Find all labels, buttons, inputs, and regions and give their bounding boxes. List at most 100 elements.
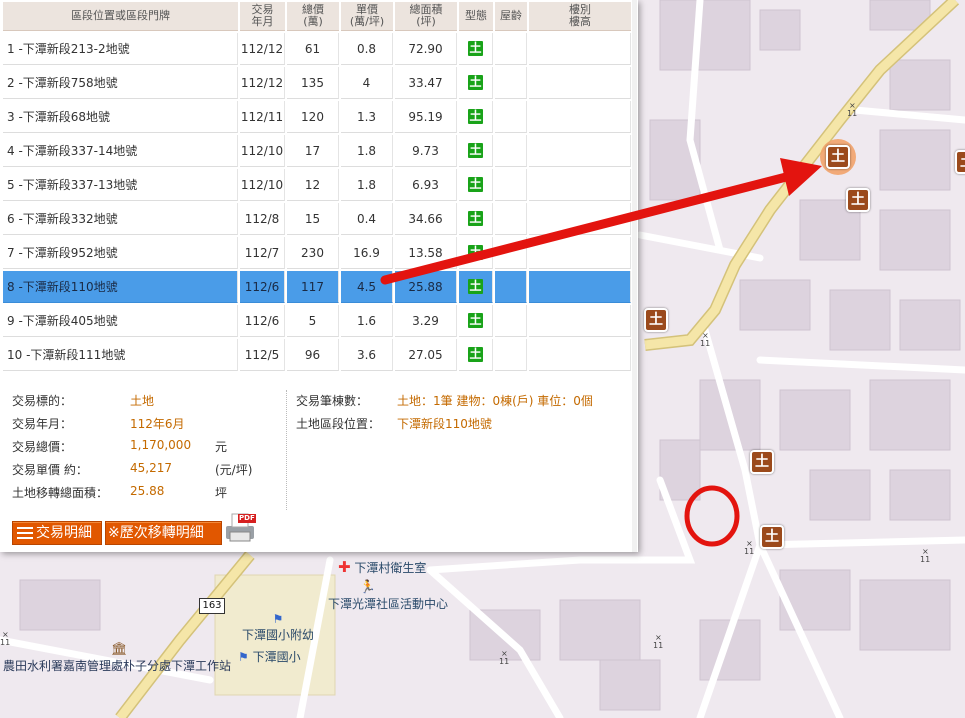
land-transaction-pin[interactable]: 土: [846, 188, 870, 212]
cell-age: [495, 135, 527, 167]
land-type-icon: 土: [468, 109, 483, 124]
flag-icon: ⚑: [238, 650, 249, 664]
land-type-icon: 土: [468, 347, 483, 362]
cell-unit-price: 0.4: [341, 203, 393, 235]
cell-date: 112/12: [240, 33, 285, 65]
cell-address: 5 -下潭新段337-13地號: [3, 169, 238, 201]
cell-date: 112/5: [240, 339, 285, 371]
header-type[interactable]: 型態: [459, 2, 493, 31]
header-floor[interactable]: 樓別 樓高: [529, 2, 631, 31]
land-transaction-pin[interactable]: 土: [826, 145, 850, 169]
land-type-icon: 土: [468, 279, 483, 294]
cell-total-price: 15: [287, 203, 339, 235]
land-type-icon: 土: [468, 177, 483, 192]
cell-floor: [529, 271, 631, 303]
cell-type: 土: [459, 33, 493, 65]
table-row[interactable]: 4 -下潭新段337-14地號 112/10 17 1.8 9.73 土: [3, 135, 631, 167]
land-transaction-pin[interactable]: 土: [955, 150, 965, 174]
detail-unit-label: 交易單價 約：: [12, 463, 88, 477]
table-row[interactable]: 5 -下潭新段337-13地號 112/10 12 1.8 6.93 土: [3, 169, 631, 201]
land-transaction-pin[interactable]: 土: [644, 308, 668, 332]
header-total-price[interactable]: 總價 (萬): [287, 2, 339, 31]
clinic-label[interactable]: ✚ 下潭村衛生室: [338, 558, 426, 576]
cell-unit-price: 4: [341, 67, 393, 99]
cell-age: [495, 305, 527, 337]
school-name: 下潭國小: [252, 650, 301, 664]
table-row[interactable]: 3 -下潭新段68地號 112/11 120 1.3 95.19 土: [3, 101, 631, 133]
cell-area: 3.29: [395, 305, 457, 337]
table-row[interactable]: 10 -下潭新段111地號 112/5 96 3.6 27.05 土: [3, 339, 631, 371]
cell-unit-price: 1.6: [341, 305, 393, 337]
transfer-history-button[interactable]: ※歷次移轉明細: [105, 521, 222, 545]
cell-address: 8 -下潭新段110地號: [3, 271, 238, 303]
table-row[interactable]: 6 -下潭新段332地號 112/8 15 0.4 34.66 土: [3, 203, 631, 235]
cell-area: 13.58: [395, 237, 457, 269]
table-row[interactable]: 1 -下潭新段213-2地號 112/12 61 0.8 72.90 土: [3, 33, 631, 65]
land-type-icon: 土: [468, 245, 483, 260]
cell-floor: [529, 339, 631, 371]
irrigation-office-label[interactable]: 🏛 農田水利署嘉南管理處朴子分處下潭工作站: [3, 642, 231, 674]
header-unit-price[interactable]: 單價 (萬/坪): [341, 2, 393, 31]
land-type-icon: 土: [468, 143, 483, 158]
cell-unit-price: 1.8: [341, 169, 393, 201]
cell-date: 112/12: [240, 67, 285, 99]
cell-date: 112/8: [240, 203, 285, 235]
cell-unit-price: 4.5: [341, 271, 393, 303]
kindergarten-name: 下潭國小附幼: [242, 628, 315, 642]
cell-area: 95.19: [395, 101, 457, 133]
transaction-detail-button[interactable]: 交易明細: [12, 521, 102, 545]
cell-unit-price: 16.9: [341, 237, 393, 269]
clinic-name: 下潭村衛生室: [354, 561, 427, 575]
government-building-icon: 🏛: [111, 642, 128, 657]
detail-target-label: 交易標的：: [12, 394, 73, 408]
cell-total-price: 61: [287, 33, 339, 65]
detail-area-label: 土地移轉總面積：: [12, 486, 109, 500]
detail-location-value: 下潭新段110地號: [397, 417, 492, 431]
cell-address: 4 -下潭新段337-14地號: [3, 135, 238, 167]
header-area[interactable]: 總面積 (坪): [395, 2, 457, 31]
cell-age: [495, 271, 527, 303]
community-center-label[interactable]: 🏃 下潭光潭社區活動中心: [328, 580, 448, 612]
cell-address: 2 -下潭新段758地號: [3, 67, 238, 99]
cell-type: 土: [459, 169, 493, 201]
community-center-name: 下潭光潭社區活動中心: [328, 597, 449, 611]
table-row[interactable]: 8 -下潭新段110地號 112/6 117 4.5 25.88 土: [3, 271, 631, 303]
header-address[interactable]: 區段位置或區段門牌: [3, 2, 238, 31]
land-transaction-pin[interactable]: 土: [750, 450, 774, 474]
table-row[interactable]: 2 -下潭新段758地號 112/12 135 4 33.47 土: [3, 67, 631, 99]
cell-type: 土: [459, 135, 493, 167]
detail-area-unit: 坪: [215, 486, 228, 500]
kindergarten-label[interactable]: ⚑ 下潭國小附幼: [242, 612, 314, 643]
land-transaction-pin[interactable]: 土: [760, 525, 784, 549]
cell-total-price: 5: [287, 305, 339, 337]
running-person-icon: 🏃: [359, 580, 377, 595]
cell-age: [495, 101, 527, 133]
school-label[interactable]: ⚑ 下潭國小: [238, 648, 301, 665]
detail-target-value: 土地: [130, 394, 155, 408]
detail-divider: [286, 390, 288, 510]
cell-type: 土: [459, 67, 493, 99]
elevation-marker-label: 11: [499, 657, 509, 666]
transaction-panel: 區段位置或區段門牌 交易 年月 總價 (萬) 單價 (萬/坪) 總面積 (坪) …: [0, 0, 638, 552]
cell-total-price: 12: [287, 169, 339, 201]
table-row[interactable]: 9 -下潭新段405地號 112/6 5 1.6 3.29 土: [3, 305, 631, 337]
table-scrollbar[interactable]: [632, 0, 637, 552]
medical-cross-icon: ✚: [338, 558, 351, 576]
header-date[interactable]: 交易 年月: [240, 2, 285, 31]
pdf-export-button[interactable]: PDF: [224, 512, 258, 544]
flag-icon: ⚑: [272, 612, 284, 626]
cell-age: [495, 203, 527, 235]
detail-location-label: 土地區段位置：: [296, 417, 381, 431]
cell-total-price: 135: [287, 67, 339, 99]
header-age[interactable]: 屋齡: [495, 2, 527, 31]
cell-date: 112/10: [240, 135, 285, 167]
cell-age: [495, 169, 527, 201]
cell-type: 土: [459, 339, 493, 371]
detail-date-label: 交易年月：: [12, 417, 73, 431]
elevation-marker-label: 11: [653, 641, 663, 650]
cell-type: 土: [459, 101, 493, 133]
cell-area: 9.73: [395, 135, 457, 167]
transfer-history-label: ※歷次移轉明細: [108, 525, 204, 541]
table-row[interactable]: 7 -下潭新段952地號 112/7 230 16.9 13.58 土: [3, 237, 631, 269]
cell-floor: [529, 67, 631, 99]
